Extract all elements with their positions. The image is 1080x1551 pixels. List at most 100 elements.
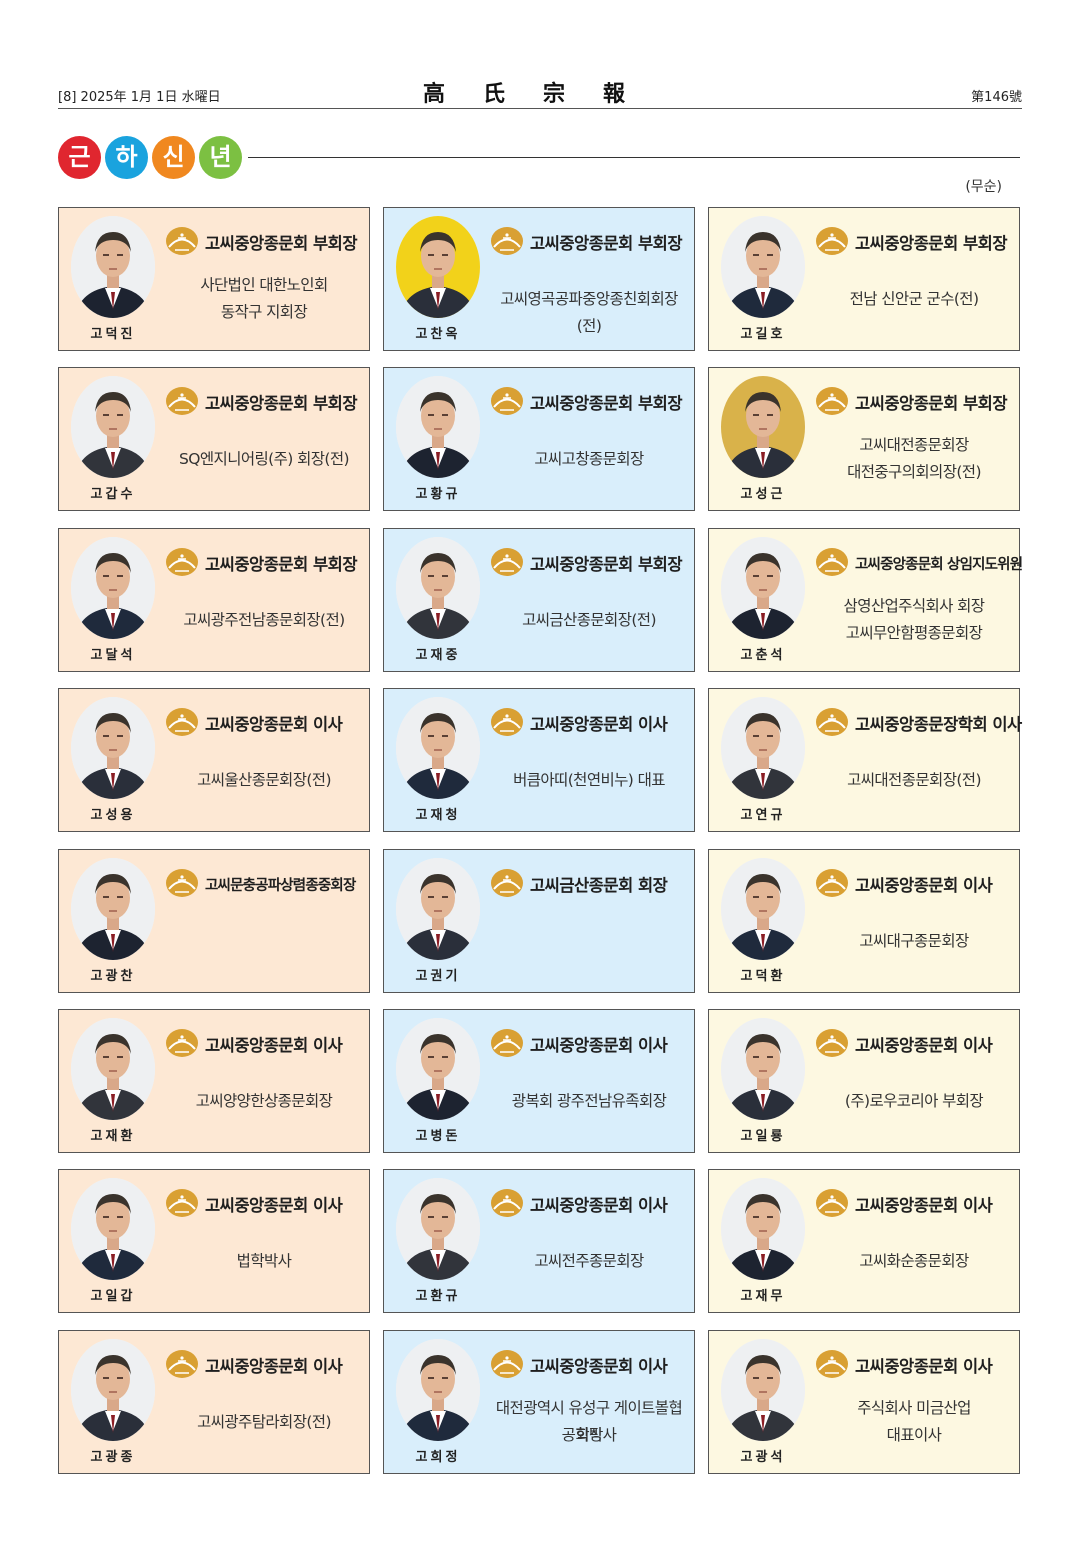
position-title: 고씨중앙종문회 이사 [205,1036,343,1055]
organization-line: 고씨중앙종문회 이사 [490,1028,690,1058]
person-card: 고환규 고씨중앙종문회 이사 고씨전주종문회장 [383,1169,695,1313]
portrait-photo [721,1339,805,1441]
person-name: 고재환 [90,1129,136,1144]
description-line: SQ엔지니어링(주) 회장(전) [179,450,350,468]
person-name: 고일갑 [90,1289,136,1304]
clan-emblem-icon [491,1189,523,1217]
position-title: 고씨중앙종문회 부회장 [205,555,358,574]
organization-line: 고씨중앙종문회 부회장 [165,547,365,577]
portrait-photo [396,376,480,478]
portrait-photo [71,697,155,799]
position-title: 고씨중앙종문회 이사 [530,715,668,734]
clan-emblem-icon [166,708,198,736]
issue-date: [8] 2025年 1月 1日 水曜日 [58,90,221,105]
portrait-photo [71,858,155,960]
person-name: 고찬옥 [415,327,461,342]
person-name: 고광종 [90,1450,136,1465]
person-name: 고성근 [740,487,786,502]
description-line: 주식회사 미금산업 [857,1399,971,1417]
person-card: 고황규 고씨중앙종문회 부회장 고씨고창종문회장 [383,367,695,511]
clan-emblem-icon [816,1350,848,1378]
position-title: 고씨중앙종문회 이사 [205,1357,343,1376]
position-title: 고씨중앙종문회 이사 [530,1036,668,1055]
person-name: 고희정 [415,1450,461,1465]
person-name: 고일룡 [740,1129,786,1144]
position-title: 고씨중앙종문회 이사 [205,715,343,734]
organization-line: 고씨중앙종문회 이사 [490,1349,690,1379]
position-title: 고씨중앙종문회 이사 [855,1196,993,1215]
portrait-photo [721,1018,805,1120]
description-line: 고씨광주전남종문회장(전) [183,611,345,629]
portrait-photo [721,1178,805,1280]
person-name: 고재중 [415,648,461,663]
organization-line: 고씨중앙종문회 이사 [815,868,1015,898]
clan-emblem-icon [491,1029,523,1057]
organization-line: 고씨중앙종문회 이사 [815,1028,1015,1058]
organization-line: 고씨중앙종문회 부회장 [490,226,690,256]
description-line: 고씨대전종문회장(전) [847,771,981,789]
organization-line: 고씨중앙종문장학회 이사 [815,707,1022,737]
portrait-photo [396,1178,480,1280]
portrait-photo [71,537,155,639]
description-line: 고씨무안함평종문회장 [845,624,983,642]
description-line: (주)로우코리아 부회장 [844,1092,984,1110]
description-line: 동작구 지회장 [220,303,308,321]
description-line: 공학박사 [561,1426,617,1444]
description-line: 고씨광주탐라회장(전) [197,1413,331,1431]
position-title: 고씨금산종문회 회장 [530,876,668,895]
description-line: 대표이사 [886,1426,942,1444]
person-card: 고재청 고씨중앙종문회 이사 버큼아띠(천연비누) 대표 [383,688,695,832]
clan-emblem-icon [166,387,198,415]
description-line: 고씨울산종문회장(전) [197,771,331,789]
person-name: 고환규 [415,1289,461,1304]
position-title: 고씨중앙종문회 상임지도위원 [855,557,1023,573]
person-card: 고재중 고씨중앙종문회 부회장 고씨금산종문회장(전) [383,528,695,672]
portrait-photo [721,697,805,799]
portrait-photo [396,858,480,960]
person-name: 고연규 [740,808,786,823]
clan-emblem-icon [816,708,848,736]
person-card: 고연규 고씨중앙종문장학회 이사고씨대전종문회장(전) [708,688,1022,832]
person-name: 고권기 [415,969,461,984]
clan-emblem-icon [816,869,848,897]
person-card: 고희정 고씨중앙종문회 이사 대전광역시 유성구 게이트볼협회장 공학박사 [383,1330,695,1474]
position-title: 고씨중앙종문장학회 이사 [855,715,1022,734]
order-note: (무순) [965,179,1002,195]
person-card: 고성용 고씨중앙종문회 이사고씨울산종문회장(전) [58,688,370,832]
clan-emblem-icon [816,1189,848,1217]
clan-emblem-icon [166,548,198,576]
position-title: 고씨중앙종문회 이사 [205,1196,343,1215]
section-title-char: 년 [199,136,242,179]
organization-line: 고씨중앙종문회 이사 [165,1349,365,1379]
person-name: 고길호 [740,327,786,342]
position-title: 고씨중앙종문회 부회장 [855,394,1008,413]
description-line: 법학박사 [236,1252,292,1270]
clan-emblem-icon [491,869,523,897]
portrait-photo [396,697,480,799]
position-title: 고씨문충공파상렴종중회장 [205,878,356,894]
person-card: 고달석 고씨중앙종문회 부회장 고씨광주전남종문회장(전) [58,528,370,672]
organization-line: 고씨중앙종문회 부회장 [815,386,1015,416]
person-name: 고재무 [740,1289,786,1304]
organization-line: 고씨문충공파상렴종중회장 [165,868,365,898]
portrait-photo [721,858,805,960]
clan-emblem-icon [816,227,848,255]
portrait-photo [71,1178,155,1280]
position-title: 고씨중앙종문회 부회장 [855,234,1008,253]
clan-emblem-icon [166,869,198,897]
portrait-photo [721,376,805,478]
description-line: 버큼아띠(천연비누) 대표 [513,771,665,789]
clan-emblem-icon [491,1350,523,1378]
organization-line: 고씨중앙종문회 부회장 [165,226,365,256]
section-title-char: 신 [152,136,195,179]
organization-line: 고씨중앙종문회 이사 [165,1028,365,1058]
person-card: 고일갑 고씨중앙종문회 이사법학박사 [58,1169,370,1313]
person-name: 고성용 [90,808,136,823]
description-line: 대전중구의회의장(전) [847,463,981,481]
portrait-photo [721,216,805,318]
person-name: 고갑수 [90,487,136,502]
position-title: 고씨중앙종문회 부회장 [205,234,358,253]
clan-emblem-icon [491,708,523,736]
organization-line: 고씨중앙종문회 이사 [815,1188,1015,1218]
portrait-photo [71,216,155,318]
